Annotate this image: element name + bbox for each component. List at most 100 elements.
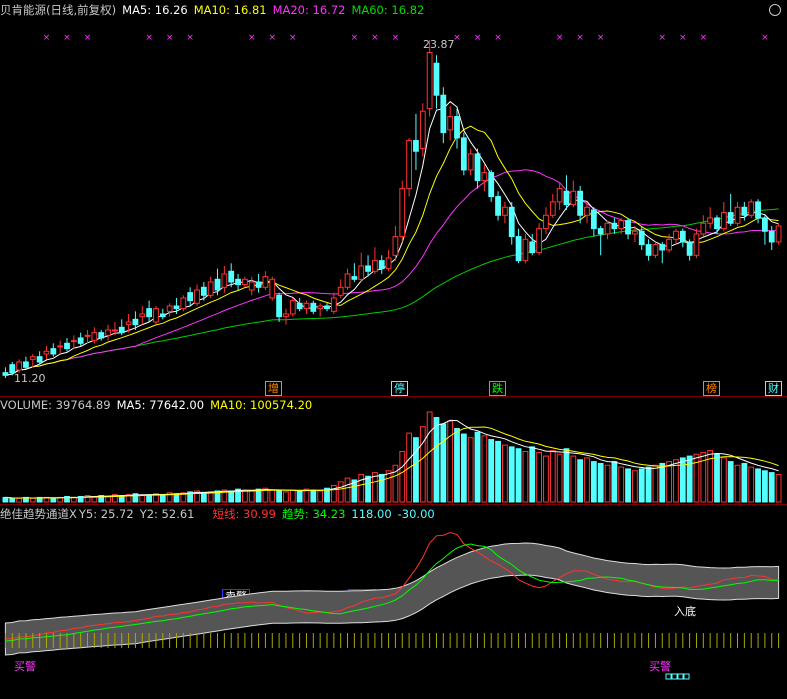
volume-bar: [762, 470, 768, 503]
candle-body: [139, 313, 146, 318]
volume-bar: [310, 489, 317, 503]
candle-body: [454, 116, 460, 139]
volume-bar: [720, 457, 727, 503]
candle-body: [303, 302, 310, 310]
candle-body: [385, 257, 392, 270]
signal-marker: ×: [658, 33, 666, 43]
volume-bar: [460, 433, 467, 503]
signal-marker: ×: [700, 33, 708, 43]
signal-marker: ×: [186, 33, 194, 43]
candle-body: [330, 297, 337, 312]
signal-box: [683, 673, 690, 680]
volume-bar: [536, 451, 542, 503]
ma20-line: [5, 169, 779, 376]
volume-bar: [495, 440, 501, 503]
candle-body: [16, 361, 22, 371]
volume-bar: [358, 473, 365, 503]
volume-bar: [741, 462, 748, 503]
volume-bar: [474, 431, 481, 503]
candle-body: [508, 206, 515, 238]
volume-bar: [419, 426, 426, 503]
volume-bar: [543, 455, 549, 503]
candle-body: [337, 286, 344, 296]
volume-bar: [200, 492, 207, 503]
volume-bar: [590, 461, 597, 503]
volume-bar: [139, 495, 146, 503]
candle-body: [625, 220, 631, 235]
candle-body: [132, 318, 139, 326]
stock-chart-canvas[interactable]: × × × × × × × × × × × × × × × × × × × × × ×: [0, 0, 787, 699]
volume-bar: [768, 472, 775, 503]
candle-body: [214, 278, 221, 291]
ma60-line: [5, 208, 779, 376]
candle-body: [604, 222, 611, 235]
candle-body: [549, 201, 556, 216]
candle-body: [248, 281, 255, 291]
candle-body: [638, 230, 645, 246]
candle-body: [91, 332, 98, 342]
candle-body: [221, 273, 228, 288]
volume-bar: [618, 466, 625, 503]
candle-body: [372, 260, 378, 272]
volume-bar: [645, 466, 652, 503]
candle-body: [317, 305, 324, 310]
candle-body: [262, 276, 269, 288]
candle-body: [77, 337, 84, 344]
signal-marker: ×: [494, 33, 502, 43]
candle-body: [200, 286, 207, 296]
signal-marker: ×: [84, 33, 92, 43]
volume-bar: [2, 496, 9, 503]
volume-bar: [652, 464, 659, 503]
candle-body: [707, 217, 714, 224]
candle-body: [714, 217, 720, 230]
volume-bar: [242, 489, 248, 503]
candle-body: [488, 172, 495, 198]
candle-body: [98, 332, 105, 339]
volume-bar: [378, 473, 385, 503]
candle-body: [64, 342, 70, 350]
volume-bar: [385, 470, 392, 503]
volume-bar: [632, 470, 638, 503]
candle-body: [112, 329, 118, 332]
candle-body: [324, 305, 330, 310]
candle-body: [84, 334, 91, 337]
candle-body: [70, 340, 77, 343]
candle-body: [768, 230, 775, 243]
candle-body: [2, 372, 9, 376]
volume-bar: [447, 420, 454, 503]
volume-bar: [467, 437, 474, 503]
candle-body: [310, 302, 317, 312]
signal-box: [665, 673, 672, 680]
volume-bar: [515, 448, 522, 503]
signal-box: [677, 673, 684, 680]
signal-marker: ×: [145, 33, 153, 43]
volume-bar: [317, 490, 324, 503]
candle-body: [9, 364, 16, 374]
candle-body: [344, 273, 351, 288]
candle-body: [50, 348, 57, 355]
signal-marker: ×: [43, 33, 51, 43]
candle-body: [242, 278, 248, 286]
candle-body: [611, 222, 618, 230]
candle-body: [556, 188, 563, 203]
signal-box: [671, 673, 678, 680]
candle-body: [125, 321, 132, 326]
volume-bar: [296, 490, 303, 503]
volume-bar: [775, 473, 782, 503]
volume-bar: [426, 411, 433, 503]
signal-marker: ×: [268, 33, 276, 43]
candle-body: [734, 206, 741, 224]
candle-body: [406, 140, 413, 190]
candle-body: [597, 228, 604, 235]
volume-bar: [625, 468, 631, 503]
candle-body: [515, 236, 522, 262]
volume-bar: [344, 477, 351, 503]
candle-body: [255, 281, 262, 288]
candle-body: [659, 244, 666, 251]
volume-bar: [399, 450, 406, 503]
volume-bar: [159, 494, 166, 503]
candle-body: [276, 294, 283, 318]
volume-bar: [755, 468, 761, 503]
signal-marker: ×: [597, 33, 605, 43]
candle-body: [522, 238, 529, 262]
